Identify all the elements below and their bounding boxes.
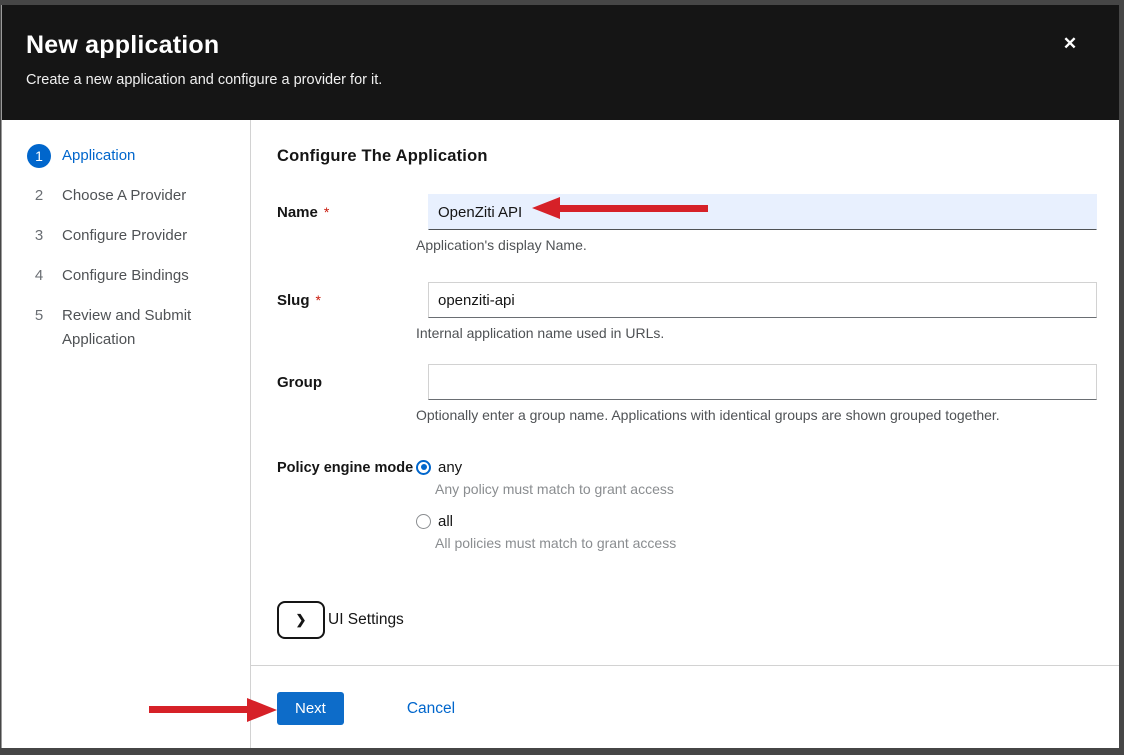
radio-any-icon[interactable] bbox=[416, 460, 431, 475]
radio-any[interactable]: any bbox=[416, 457, 1097, 477]
radio-all-label: all bbox=[438, 513, 453, 530]
name-input[interactable] bbox=[428, 194, 1097, 230]
modal-body: 1 Application 2 Choose A Provider 3 Conf… bbox=[2, 120, 1119, 748]
radio-any-label: any bbox=[438, 459, 462, 476]
wizard-nav: 1 Application 2 Choose A Provider 3 Conf… bbox=[2, 120, 251, 748]
new-application-modal: New application Create a new application… bbox=[1, 5, 1119, 748]
step-label: Choose A Provider bbox=[62, 184, 232, 208]
group-helper-text: Optionally enter a group name. Applicati… bbox=[416, 407, 1097, 423]
wizard-content-column: Configure The Application Name* Applicat… bbox=[251, 120, 1119, 748]
step-number: 5 bbox=[27, 304, 51, 328]
policy-option-any: any Any policy must match to grant acces… bbox=[416, 457, 1097, 497]
step-number: 3 bbox=[27, 224, 51, 248]
step-label: Configure Provider bbox=[62, 224, 232, 248]
step-label: Configure Bindings bbox=[62, 264, 232, 288]
wizard-step-review-submit[interactable]: 5 Review and Submit Application bbox=[2, 296, 250, 360]
step-number: 4 bbox=[27, 264, 51, 288]
cancel-link[interactable]: Cancel bbox=[407, 692, 455, 725]
slug-label: Slug* bbox=[277, 292, 416, 309]
radio-all[interactable]: all bbox=[416, 511, 1097, 531]
policy-engine-mode-group: Policy engine mode* any Any policy must … bbox=[277, 457, 1097, 565]
slug-field-group: Slug* Internal application name used in … bbox=[277, 282, 1097, 341]
wizard-step-configure-bindings[interactable]: 4 Configure Bindings bbox=[2, 256, 250, 296]
slug-helper-text: Internal application name used in URLs. bbox=[416, 325, 1097, 341]
radio-any-description: Any policy must match to grant access bbox=[435, 481, 1097, 497]
policy-option-all: all All policies must match to grant acc… bbox=[416, 511, 1097, 551]
name-helper-text: Application's display Name. bbox=[416, 237, 1097, 253]
ui-settings-section: ❯ UI Settings bbox=[277, 601, 1097, 639]
wizard-step-choose-provider[interactable]: 2 Choose A Provider bbox=[2, 176, 250, 216]
group-field-group: Group Optionally enter a group name. App… bbox=[277, 364, 1097, 423]
required-asterisk: * bbox=[324, 204, 329, 220]
step-panel-heading: Configure The Application bbox=[277, 147, 1097, 166]
slug-input[interactable] bbox=[428, 282, 1097, 318]
group-label: Group bbox=[277, 374, 416, 391]
radio-all-description: All policies must match to grant access bbox=[435, 535, 1097, 551]
next-button[interactable]: Next bbox=[277, 692, 344, 725]
radio-all-icon[interactable] bbox=[416, 514, 431, 529]
name-label: Name* bbox=[277, 204, 416, 221]
name-field-group: Name* Application's display Name. bbox=[277, 194, 1097, 253]
close-icon[interactable]: ✕ bbox=[1057, 31, 1083, 57]
ui-settings-label: UI Settings bbox=[328, 611, 404, 629]
step-number: 2 bbox=[27, 184, 51, 208]
wizard-step-configure-provider[interactable]: 3 Configure Provider bbox=[2, 216, 250, 256]
chevron-right-icon: ❯ bbox=[296, 612, 307, 628]
modal-subtitle: Create a new application and configure a… bbox=[26, 72, 1095, 89]
wizard-footer: Next Cancel bbox=[251, 665, 1119, 748]
group-input[interactable] bbox=[428, 364, 1097, 400]
wizard-step-application[interactable]: 1 Application bbox=[2, 136, 250, 176]
ui-settings-toggle-button[interactable]: ❯ bbox=[277, 601, 325, 639]
wizard-step-panel: Configure The Application Name* Applicat… bbox=[251, 120, 1119, 665]
modal-title: New application bbox=[26, 30, 1095, 60]
step-number: 1 bbox=[27, 144, 51, 168]
policy-engine-mode-label: Policy engine mode* bbox=[277, 457, 416, 478]
step-label: Application bbox=[62, 144, 232, 168]
modal-header: New application Create a new application… bbox=[2, 5, 1119, 120]
required-asterisk: * bbox=[316, 292, 321, 308]
step-label: Review and Submit Application bbox=[62, 304, 232, 352]
